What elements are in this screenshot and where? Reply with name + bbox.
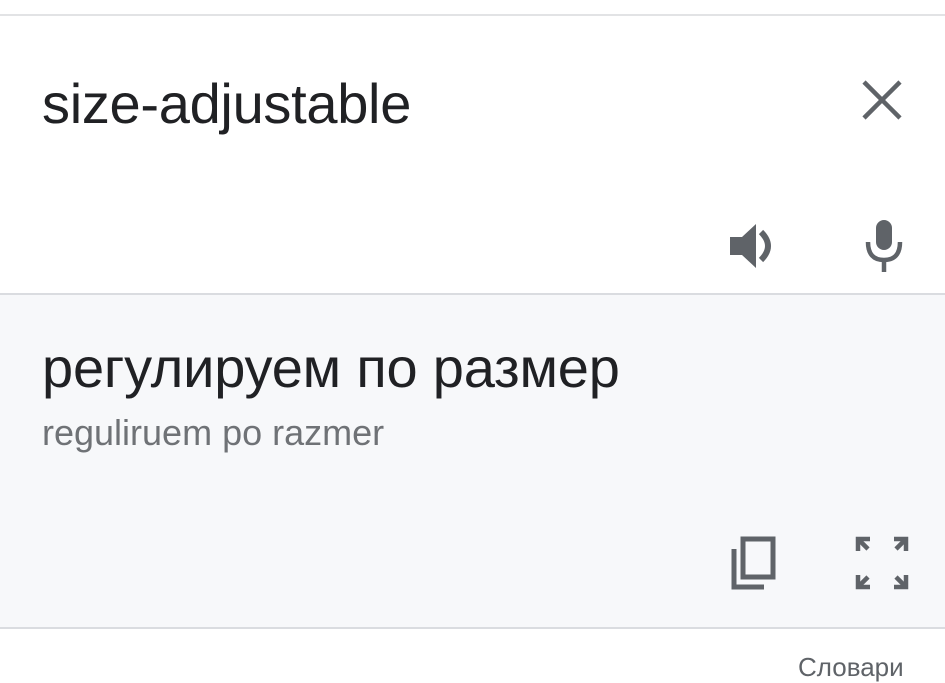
- clear-button[interactable]: [850, 68, 914, 132]
- transliteration-text: reguliruem po razmer: [42, 412, 385, 453]
- bottom-divider: [0, 627, 945, 629]
- listen-button[interactable]: [720, 210, 792, 282]
- speaker-icon: [730, 224, 771, 268]
- translation-text: регулируем по размер: [42, 336, 620, 399]
- source-panel: size-adjustable: [0, 16, 945, 294]
- fullscreen-button[interactable]: [846, 527, 918, 599]
- fullscreen-icon: [855, 536, 909, 590]
- microphone-icon: [865, 220, 903, 272]
- dictionary-link[interactable]: Словари: [798, 652, 904, 683]
- close-icon: [862, 80, 902, 120]
- result-panel: регулируем по размер reguliruem po razme…: [0, 295, 945, 627]
- voice-input-button[interactable]: [848, 210, 920, 282]
- source-text[interactable]: size-adjustable: [42, 68, 411, 140]
- copy-button[interactable]: [718, 527, 790, 599]
- copy-icon: [731, 536, 776, 590]
